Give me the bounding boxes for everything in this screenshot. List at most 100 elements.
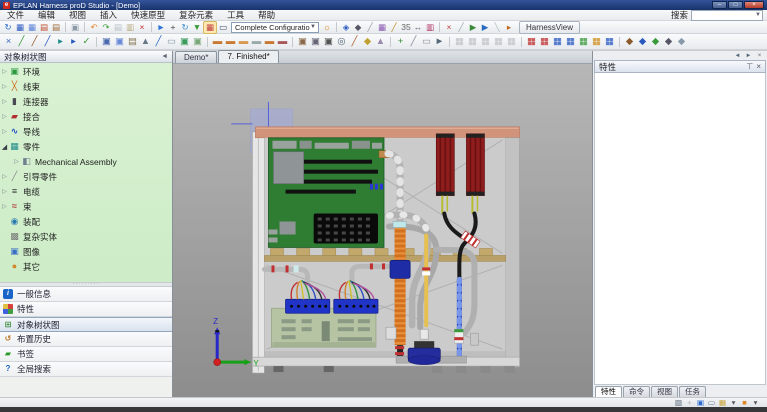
monitor-icon[interactable]: ▭ — [217, 22, 229, 33]
zoom-region-icon[interactable]: ▧ — [673, 398, 684, 407]
expand-icon[interactable]: ▷ — [0, 83, 9, 90]
display-mode-caret-icon[interactable]: ▾ — [728, 398, 739, 407]
brush-icon[interactable]: ╱ — [348, 35, 361, 48]
global-search-button[interactable]: ?全局搜索 — [0, 362, 172, 377]
save-icon[interactable]: ▦ — [14, 22, 26, 33]
place-box-icon[interactable]: ▣ — [100, 35, 113, 48]
tree-item-assembly[interactable]: ◉装配 — [0, 214, 172, 229]
expand-icon[interactable]: ▷ — [0, 128, 9, 135]
tool-slate-icon[interactable]: ▣ — [309, 35, 322, 48]
print-icon[interactable]: ▣ — [69, 22, 81, 33]
undo-icon[interactable]: ↶ — [88, 22, 100, 33]
tab-commands[interactable]: 命令 — [623, 386, 650, 397]
menu-complex-elements[interactable]: 复杂元素 — [172, 10, 220, 20]
select-box-icon[interactable]: ▭ — [706, 398, 717, 407]
table-red2-icon[interactable]: ▦ — [538, 35, 551, 48]
tab-demo[interactable]: Demo* — [175, 51, 217, 63]
tab-tasks[interactable]: 任务 — [679, 386, 706, 397]
insert-control-point-icon[interactable]: ▶ — [479, 22, 491, 33]
bundle-split-icon[interactable]: ▬ — [237, 35, 250, 48]
sheet5-icon[interactable]: ▦ — [505, 35, 518, 48]
expand-icon[interactable]: ▷ — [0, 68, 9, 75]
material-mode-caret-icon[interactable]: ▾ — [750, 398, 761, 407]
expand-icon[interactable]: ▷ — [0, 203, 9, 210]
harnessview-button[interactable]: HarnessView — [519, 21, 580, 34]
package-import-icon[interactable]: ▤ — [50, 22, 62, 33]
menu-file[interactable]: 文件 — [0, 10, 31, 20]
sheet3-icon[interactable]: ▦ — [479, 35, 492, 48]
menu-tools[interactable]: 工具 — [220, 10, 251, 20]
flag-teal-icon[interactable]: ▸ — [54, 35, 67, 48]
tree-item-other[interactable]: ●其它 — [0, 259, 172, 274]
tab-close-icon[interactable]: × — [755, 52, 764, 60]
tab-prev-icon[interactable]: ◄ — [733, 52, 742, 60]
sheet4-icon[interactable]: ▦ — [492, 35, 505, 48]
replace-box-icon[interactable]: ▣ — [113, 35, 126, 48]
configuration-combobox[interactable]: Complete Configuration ▼ — [231, 22, 319, 33]
package-export-icon[interactable]: ▤ — [38, 22, 50, 33]
refresh-project-icon[interactable]: ↻ — [2, 22, 14, 33]
collapse-panel-icon[interactable]: ◄ — [161, 53, 168, 60]
tree-item-mechanical-assembly[interactable]: ▷◧Mechanical Assembly — [0, 154, 172, 169]
route-pen-icon[interactable]: ╱ — [455, 22, 467, 33]
table-red1-icon[interactable]: ▦ — [525, 35, 538, 48]
object-tree-button[interactable]: ⊞对象树状图 — [0, 317, 172, 332]
pin-icon[interactable]: ⊤ — [743, 62, 753, 71]
menu-help[interactable]: 帮助 — [251, 10, 282, 20]
paste-icon[interactable]: ▥ — [124, 22, 136, 33]
table-blue2-icon[interactable]: ▦ — [564, 35, 577, 48]
sketch-icon[interactable]: ╱ — [364, 22, 376, 33]
general-info-button[interactable]: i一般信息 — [0, 287, 172, 302]
add-box-icon[interactable]: ▣ — [191, 35, 204, 48]
tab-finished[interactable]: 7. Finished* — [218, 50, 278, 63]
tool-brown-icon[interactable]: ▣ — [296, 35, 309, 48]
snap-point-icon[interactable]: + — [167, 22, 179, 33]
table-green-icon[interactable]: ▦ — [577, 35, 590, 48]
harness-3d-model[interactable]: Z Y — [173, 64, 592, 397]
cube-gray-icon[interactable]: ◆ — [675, 35, 688, 48]
sheet2-icon[interactable]: ▦ — [466, 35, 479, 48]
properties-button[interactable]: 特性 — [0, 302, 172, 317]
report-icon[interactable]: ▥ — [424, 22, 436, 33]
copy-icon[interactable]: ▤ — [112, 22, 124, 33]
draw-pen-icon[interactable]: ╱ — [152, 35, 165, 48]
tree-item-complex-entity[interactable]: ▩复杂实体 — [0, 229, 172, 244]
rect-icon[interactable]: ▭ — [420, 35, 433, 48]
unroute-icon[interactable]: × — [443, 22, 455, 33]
expand-icon[interactable]: ▷ — [0, 98, 9, 105]
tree-item-environment[interactable]: ▷▣环境 — [0, 64, 172, 79]
tree-item-cable[interactable]: ▷≡电缆 — [0, 184, 172, 199]
pan-view-icon[interactable]: + — [684, 398, 695, 407]
check-icon[interactable]: ✓ — [80, 35, 93, 48]
pick-icon[interactable]: ► — [433, 35, 446, 48]
drop-entity-icon[interactable]: ▼ — [191, 22, 203, 33]
bookmarks-button[interactable]: ▰书签 — [0, 347, 172, 362]
bundle-clip-icon[interactable]: ▬ — [276, 35, 289, 48]
table-tool-icon[interactable]: ▦ — [376, 22, 388, 33]
table-blue1-icon[interactable]: ▦ — [551, 35, 564, 48]
save-all-icon[interactable]: ▦ — [26, 22, 38, 33]
tree-item-bundle[interactable]: ▷≈束 — [0, 199, 172, 214]
cube-dark-icon[interactable]: ◆ — [662, 35, 675, 48]
select-cursor-icon[interactable]: ► — [155, 22, 167, 33]
flag-blue-icon[interactable]: ▸ — [67, 35, 80, 48]
cube-blue-icon[interactable]: ◆ — [636, 35, 649, 48]
expand-icon[interactable]: ▷ — [0, 188, 9, 195]
tool-dark-icon[interactable]: ▣ — [322, 35, 335, 48]
locate-icon[interactable]: ◈ — [340, 22, 352, 33]
clip-box-icon[interactable]: ▦ — [203, 21, 217, 34]
display-mode-icon[interactable]: ▦ — [717, 398, 728, 407]
close-icon[interactable]: × — [753, 62, 761, 71]
restore-button[interactable]: □ — [728, 1, 743, 9]
menu-view[interactable]: 视图 — [62, 10, 93, 20]
placement-history-button[interactable]: ↺布置历史 — [0, 332, 172, 347]
walkthrough-icon[interactable]: ◆ — [352, 22, 364, 33]
expand-icon[interactable]: ▷ — [0, 173, 9, 180]
document-icon[interactable]: ▭ — [165, 35, 178, 48]
orbit-icon[interactable]: ↻ — [179, 22, 191, 33]
camera-icon[interactable]: ▤ — [126, 35, 139, 48]
table-yellow-icon[interactable]: ▦ — [590, 35, 603, 48]
tree-item-image[interactable]: ▣图像 — [0, 244, 172, 259]
menu-edit[interactable]: 编辑 — [31, 10, 62, 20]
spacing-icon[interactable]: ↔ — [412, 22, 424, 33]
